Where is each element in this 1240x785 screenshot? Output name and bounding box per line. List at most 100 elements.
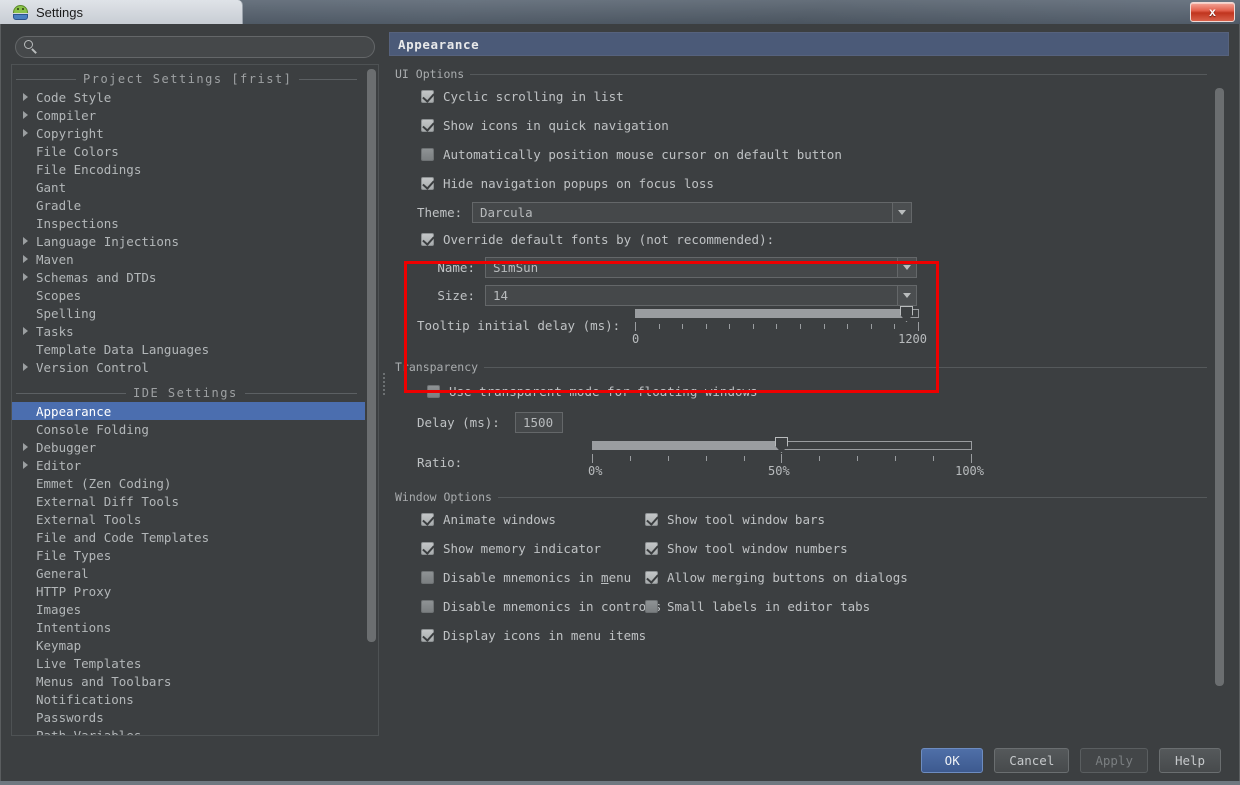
close-button[interactable]: x [1190, 2, 1235, 22]
sidebar-item-passwords[interactable]: Passwords [12, 708, 365, 726]
sidebar-item-compiler[interactable]: Compiler [12, 106, 365, 124]
theme-select[interactable]: Darcula [472, 201, 912, 223]
font-name-select[interactable]: SimSun [485, 256, 917, 278]
sidebar-item-appearance[interactable]: Appearance [12, 402, 365, 420]
override-fonts-row[interactable]: Override default fonts by (not recommend… [395, 226, 1207, 253]
sidebar-item-editor[interactable]: Editor [12, 456, 365, 474]
sidebar-item-version-control[interactable]: Version Control [12, 358, 365, 376]
window-option-right-3-row[interactable]: Small labels in editor tabs [635, 592, 1207, 621]
sidebar-item-images[interactable]: Images [12, 600, 365, 618]
ratio-thumb[interactable] [775, 437, 788, 453]
font-size-select[interactable]: 14 [485, 284, 917, 306]
expand-arrow-icon[interactable] [18, 443, 32, 451]
sidebar-item-path-variables[interactable]: Path Variables [12, 726, 365, 736]
window-option-left-1-checkbox[interactable] [421, 542, 434, 555]
sidebar-item-debugger[interactable]: Debugger [12, 438, 365, 456]
sidebar-item-label: Code Style [36, 89, 112, 105]
expand-arrow-icon[interactable] [18, 129, 32, 137]
transparent-mode-row[interactable]: Use transparent mode for floating window… [395, 375, 1207, 407]
sidebar-item-file-colors[interactable]: File Colors [12, 142, 365, 160]
sidebar-item-maven[interactable]: Maven [12, 250, 365, 268]
window-options-label: Window Options [395, 490, 492, 504]
window-option-right-1-row[interactable]: Show tool window numbers [635, 534, 1207, 563]
sidebar-item-notifications[interactable]: Notifications [12, 690, 365, 708]
window-option-left-3-row[interactable]: Disable mnemonics in controls [395, 592, 661, 621]
window-option-right-2-checkbox[interactable] [645, 571, 658, 584]
sidebar-scrollbar[interactable] [366, 67, 377, 733]
window-option-left-4-row[interactable]: Display icons in menu items [395, 621, 646, 650]
window-option-left-1-row[interactable]: Show memory indicator [395, 534, 635, 563]
sidebar-item-menus-and-toolbars[interactable]: Menus and Toolbars [12, 672, 365, 690]
window-option-right-0-row[interactable]: Show tool window bars [635, 505, 1207, 534]
panel-scrollbar[interactable] [1214, 60, 1225, 732]
window-tab[interactable]: Settings [0, 0, 243, 24]
expand-arrow-icon[interactable] [18, 461, 32, 469]
sidebar-item-http-proxy[interactable]: HTTP Proxy [12, 582, 365, 600]
expand-arrow-icon[interactable] [18, 363, 32, 371]
sidebar-item-console-folding[interactable]: Console Folding [12, 420, 365, 438]
chevron-down-icon[interactable] [897, 257, 916, 277]
sidebar-item-inspections[interactable]: Inspections [12, 214, 365, 232]
theme-value: Darcula [480, 204, 533, 220]
window-option-left-3-checkbox[interactable] [421, 600, 434, 613]
expand-arrow-icon[interactable] [18, 111, 32, 119]
ok-button[interactable]: OK [921, 747, 984, 773]
sidebar-item-keymap[interactable]: Keymap [12, 636, 365, 654]
sidebar-item-emmet-zen-coding[interactable]: Emmet (Zen Coding) [12, 474, 365, 492]
window-option-left-4-checkbox[interactable] [421, 629, 434, 642]
ui-option-3-checkbox[interactable] [421, 177, 434, 190]
expand-arrow-icon[interactable] [18, 255, 32, 263]
sidebar-item-spelling[interactable]: Spelling [12, 304, 365, 322]
sidebar-item-gant[interactable]: Gant [12, 178, 365, 196]
help-button[interactable]: Help [1159, 747, 1221, 773]
pane-splitter[interactable] [379, 32, 389, 736]
ui-option-2-checkbox[interactable] [421, 148, 434, 161]
window-option-left-2-row[interactable]: Disable mnemonics in menu [395, 563, 635, 592]
sidebar-item-schemas-and-dtds[interactable]: Schemas and DTDs [12, 268, 365, 286]
ui-option-2-row[interactable]: Automatically position mouse cursor on d… [395, 140, 1207, 169]
sidebar-item-external-diff-tools[interactable]: External Diff Tools [12, 492, 365, 510]
cancel-button[interactable]: Cancel [994, 747, 1070, 773]
window-option-right-0-checkbox[interactable] [645, 513, 658, 526]
chevron-down-icon[interactable] [897, 285, 916, 305]
search-input[interactable] [39, 40, 374, 54]
ui-option-3-row[interactable]: Hide navigation popups on focus loss [395, 169, 1207, 198]
sidebar-item-external-tools[interactable]: External Tools [12, 510, 365, 528]
sidebar-item-file-and-code-templates[interactable]: File and Code Templates [12, 528, 365, 546]
search-box[interactable] [15, 36, 375, 58]
sidebar-item-scopes[interactable]: Scopes [12, 286, 365, 304]
expand-arrow-icon[interactable] [18, 93, 32, 101]
sidebar-item-live-templates[interactable]: Live Templates [12, 654, 365, 672]
window-option-right-1-checkbox[interactable] [645, 542, 658, 555]
window-option-right-2-row[interactable]: Allow merging buttons on dialogs [635, 563, 1207, 592]
tooltip-delay-slider[interactable]: 0 1200 [632, 306, 927, 353]
transparent-mode-checkbox[interactable] [427, 384, 440, 398]
expand-arrow-icon[interactable] [18, 273, 32, 281]
sidebar-item-tasks[interactable]: Tasks [12, 322, 365, 340]
sidebar-item-general[interactable]: General [12, 564, 365, 582]
font-size-value: 14 [493, 287, 509, 303]
window-option-left-0-row[interactable]: Animate windows [395, 505, 635, 534]
override-fonts-checkbox[interactable] [421, 233, 434, 246]
window-option-left-0-checkbox[interactable] [421, 513, 434, 526]
sidebar-item-file-types[interactable]: File Types [12, 546, 365, 564]
transparency-delay-input[interactable]: 1500 [515, 411, 563, 433]
ui-option-1-checkbox[interactable] [421, 119, 434, 132]
sidebar-item-code-style[interactable]: Code Style [12, 88, 365, 106]
ui-option-0-row[interactable]: Cyclic scrolling in list [395, 82, 1207, 111]
sidebar-item-intentions[interactable]: Intentions [12, 618, 365, 636]
window-option-right-3-checkbox[interactable] [645, 600, 658, 613]
sidebar-item-file-encodings[interactable]: File Encodings [12, 160, 365, 178]
sidebar-item-language-injections[interactable]: Language Injections [12, 232, 365, 250]
window-option-left-2-checkbox[interactable] [421, 571, 434, 584]
tooltip-delay-thumb[interactable] [900, 306, 913, 322]
sidebar-item-template-data-languages[interactable]: Template Data Languages [12, 340, 365, 358]
expand-arrow-icon[interactable] [18, 327, 32, 335]
ui-option-1-row[interactable]: Show icons in quick navigation [395, 111, 1207, 140]
expand-arrow-icon[interactable] [18, 237, 32, 245]
sidebar-item-gradle[interactable]: Gradle [12, 196, 365, 214]
ui-option-0-checkbox[interactable] [421, 90, 434, 103]
chevron-down-icon[interactable] [892, 202, 911, 222]
ratio-slider[interactable]: 0% 50% 100% [588, 437, 984, 485]
sidebar-item-copyright[interactable]: Copyright [12, 124, 365, 142]
